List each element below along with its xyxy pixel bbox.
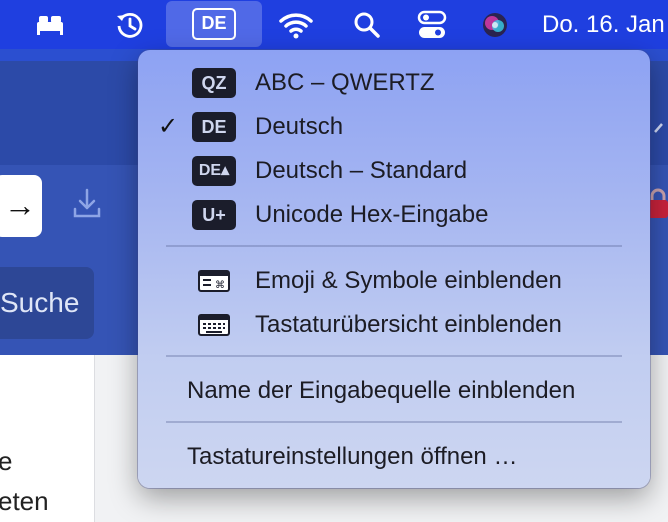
bed-icon[interactable] — [32, 0, 68, 49]
menu-item-unicode-hex[interactable]: U+ Unicode Hex-Eingabe — [138, 193, 650, 237]
content-text-fragment: e — [0, 446, 13, 476]
menu-bar: DE Do. 16. Jan — [0, 0, 668, 49]
siri-icon[interactable] — [478, 0, 512, 49]
menu-separator — [166, 245, 622, 247]
menu-item-abc-qwertz[interactable]: QZ ABC – QWERTZ — [138, 61, 650, 105]
control-center-icon[interactable] — [414, 0, 450, 49]
menu-item-show-input-name[interactable]: Name der Eingabequelle einblenden — [138, 369, 650, 413]
de-badge-icon: DE — [192, 112, 236, 142]
svg-text:⌘: ⌘ — [215, 280, 225, 291]
keyboard-viewer-icon — [198, 314, 230, 341]
qwertz-badge-icon: QZ — [192, 68, 236, 98]
spotlight-search-icon[interactable] — [350, 0, 384, 49]
arrow-right-icon: → — [4, 187, 36, 223]
menu-item-deutsch-standard[interactable]: DE▴ Deutsch – Standard — [138, 149, 650, 193]
checkmark-icon: ✓ — [158, 113, 179, 140]
search-button[interactable]: Suche — [0, 267, 94, 339]
time-machine-icon[interactable] — [112, 0, 148, 49]
menu-item-deutsch[interactable]: ✓ DE Deutsch — [138, 105, 650, 149]
menu-item-label: Deutsch – Standard — [255, 157, 468, 184]
menubar-clock[interactable]: Do. 16. Jan — [542, 0, 665, 49]
download-icon[interactable] — [70, 187, 104, 226]
wifi-icon[interactable] — [276, 0, 316, 49]
menu-item-label: Deutsch — [255, 113, 344, 140]
menu-item-label: Tastatureinstellungen öffnen … — [187, 443, 518, 470]
menu-item-label: ABC – QWERTZ — [255, 69, 435, 96]
menu-separator — [166, 421, 622, 423]
content-text-fragment: eten — [0, 486, 49, 516]
menu-item-label: Name der Eingabequelle einblenden — [187, 377, 576, 404]
unicode-badge-icon: U+ — [192, 200, 236, 230]
chevron-up-icon[interactable] — [652, 118, 668, 143]
menu-item-label: Tastaturübersicht einblenden — [255, 311, 562, 338]
menu-item-keyboard-viewer[interactable]: Tastaturübersicht einblenden — [138, 303, 650, 347]
menu-item-emoji-symbols[interactable]: ⌘ Emoji & Symbole einblenden — [138, 259, 650, 303]
menu-item-label: Unicode Hex-Eingabe — [255, 201, 489, 228]
emoji-viewer-icon: ⌘ — [198, 270, 230, 297]
menu-separator — [166, 355, 622, 357]
menu-item-keyboard-settings[interactable]: Tastatureinstellungen öffnen … — [138, 435, 650, 479]
go-button[interactable]: → — [0, 175, 42, 237]
menu-item-label: Emoji & Symbole einblenden — [255, 267, 562, 294]
de-standard-badge-icon: DE▴ — [192, 156, 236, 186]
input-source-menu: QZ ABC – QWERTZ ✓ DE Deutsch DE▴ Deutsch… — [138, 50, 650, 488]
input-source-badge[interactable]: DE — [192, 8, 236, 40]
